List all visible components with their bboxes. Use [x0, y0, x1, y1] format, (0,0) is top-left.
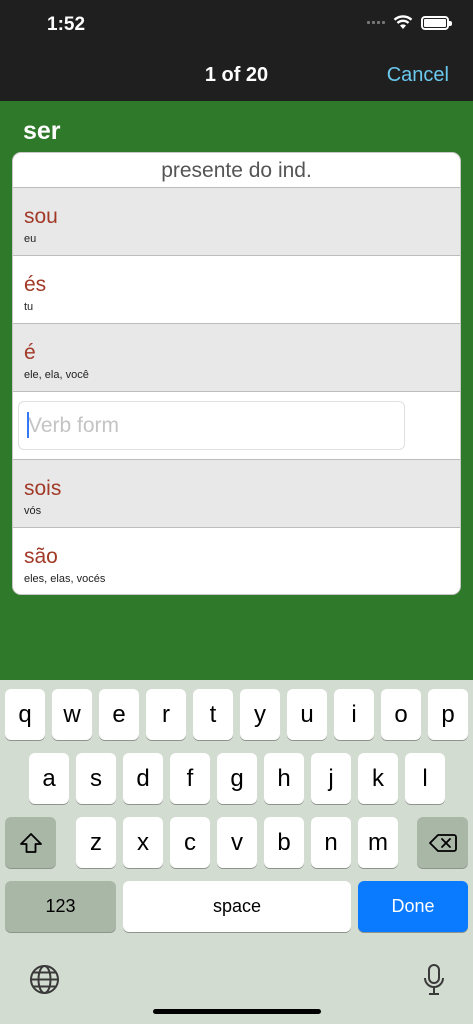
pronoun-label: ele, ela, você: [24, 369, 89, 381]
microphone-icon[interactable]: [423, 963, 445, 996]
key-e[interactable]: e: [99, 689, 139, 740]
key-m[interactable]: m: [358, 817, 398, 868]
cell-signal-icon: [367, 21, 385, 24]
key-q[interactable]: q: [5, 689, 45, 740]
key-y[interactable]: y: [240, 689, 280, 740]
key-s[interactable]: s: [76, 753, 116, 804]
done-key[interactable]: Done: [358, 881, 468, 932]
key-t[interactable]: t: [193, 689, 233, 740]
key-c[interactable]: c: [170, 817, 210, 868]
shift-icon: [19, 832, 42, 853]
text-caret: [27, 412, 29, 438]
key-v[interactable]: v: [217, 817, 257, 868]
verb-form: são: [24, 545, 58, 568]
backspace-key[interactable]: [417, 817, 468, 868]
battery-icon: [421, 15, 452, 30]
home-indicator: [153, 1009, 321, 1014]
verb-form-input-row: [13, 392, 460, 460]
conjugation-card: presente do ind. sou eu és tu é ele, ela…: [12, 152, 461, 595]
key-b[interactable]: b: [264, 817, 304, 868]
backspace-icon: [428, 833, 457, 852]
key-g[interactable]: g: [217, 753, 257, 804]
key-u[interactable]: u: [287, 689, 327, 740]
verb-title: ser: [23, 117, 61, 145]
verb-form: és: [24, 273, 47, 296]
key-h[interactable]: h: [264, 753, 304, 804]
key-d[interactable]: d: [123, 753, 163, 804]
key-n[interactable]: n: [311, 817, 351, 868]
key-i[interactable]: i: [334, 689, 374, 740]
cancel-button[interactable]: Cancel: [387, 64, 449, 87]
pronoun-label: eu: [24, 233, 37, 245]
keyboard: q w e r t y u i o p a s d f g h j k l z …: [0, 680, 473, 1024]
key-a[interactable]: a: [29, 753, 69, 804]
key-l[interactable]: l: [405, 753, 445, 804]
key-w[interactable]: w: [52, 689, 92, 740]
pronoun-label: vós: [24, 505, 42, 517]
conjugation-row: é ele, ela, você: [13, 324, 460, 392]
conjugation-row: sou eu: [13, 188, 460, 256]
pronoun-label: eles, elas, vocés: [24, 573, 106, 585]
key-p[interactable]: p: [428, 689, 468, 740]
status-time: 1:52: [47, 14, 86, 35]
numbers-key[interactable]: 123: [5, 881, 116, 932]
tense-header: presente do ind.: [13, 153, 460, 188]
verb-form-input[interactable]: [18, 401, 405, 450]
verb-form: é: [24, 341, 36, 364]
verb-form: sois: [24, 477, 62, 500]
key-k[interactable]: k: [358, 753, 398, 804]
status-icons: [367, 15, 452, 30]
key-j[interactable]: j: [311, 753, 351, 804]
pronoun-label: tu: [24, 301, 34, 313]
conjugation-row: sois vós: [13, 460, 460, 528]
conjugation-row: és tu: [13, 256, 460, 324]
key-r[interactable]: r: [146, 689, 186, 740]
top-bar: 1:52 1 of 20 Cancel: [0, 0, 473, 101]
key-f[interactable]: f: [170, 753, 210, 804]
key-x[interactable]: x: [123, 817, 163, 868]
key-o[interactable]: o: [381, 689, 421, 740]
shift-key[interactable]: [5, 817, 56, 868]
key-z[interactable]: z: [76, 817, 116, 868]
conjugation-row: são eles, elas, vocés: [13, 528, 460, 594]
verb-form: sou: [24, 205, 58, 228]
space-key[interactable]: space: [123, 881, 351, 932]
globe-icon[interactable]: [29, 964, 60, 995]
wifi-icon: [393, 15, 413, 29]
